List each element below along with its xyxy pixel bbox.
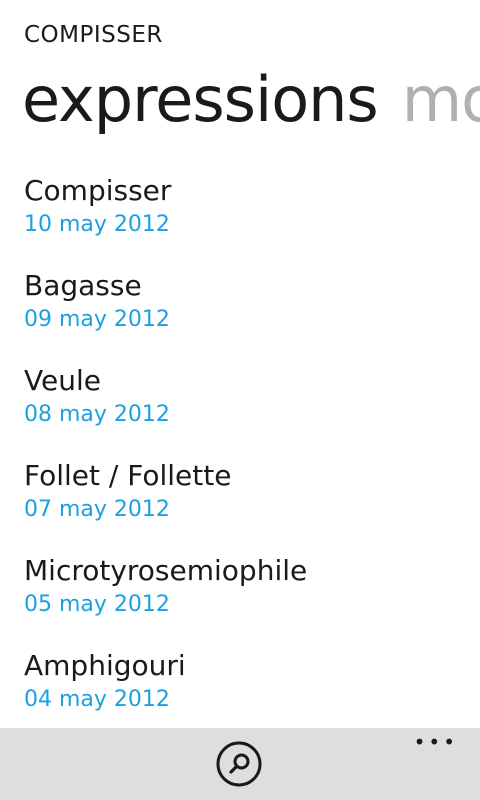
item-title: Amphigouri bbox=[24, 649, 186, 682]
item-title: Veule bbox=[24, 364, 101, 397]
expressions-list: Compisser 10 may 2012 Bagasse 09 may 201… bbox=[24, 172, 480, 742]
app-bar: ••• bbox=[0, 728, 480, 800]
item-date: 09 may 2012 bbox=[24, 307, 170, 332]
tab-expressions[interactable]: expressions bbox=[22, 58, 379, 142]
list-item[interactable]: Follet / Follette 07 may 2012 bbox=[24, 457, 480, 552]
list-item[interactable]: Microtyrosemiophile 05 may 2012 bbox=[24, 552, 480, 647]
item-date: 05 may 2012 bbox=[24, 592, 170, 617]
app-title: COMPISSER bbox=[24, 22, 163, 48]
item-date: 10 may 2012 bbox=[24, 212, 170, 237]
list-item[interactable]: Compisser 10 may 2012 bbox=[24, 172, 480, 267]
more-options-button[interactable]: ••• bbox=[414, 732, 458, 752]
search-button[interactable] bbox=[216, 741, 262, 787]
item-title: Compisser bbox=[24, 174, 172, 207]
item-title: Bagasse bbox=[24, 269, 142, 302]
list-item[interactable]: Veule 08 may 2012 bbox=[24, 362, 480, 457]
item-title: Follet / Follette bbox=[24, 459, 232, 492]
item-date: 04 may 2012 bbox=[24, 687, 170, 712]
search-icon bbox=[216, 741, 262, 787]
item-date: 08 may 2012 bbox=[24, 402, 170, 427]
item-title: Microtyrosemiophile bbox=[24, 554, 308, 587]
tab-mots[interactable]: mots bbox=[402, 58, 480, 142]
pivot-header: expressions mots bbox=[22, 58, 480, 142]
list-item[interactable]: Bagasse 09 may 2012 bbox=[24, 267, 480, 362]
item-date: 07 may 2012 bbox=[24, 497, 170, 522]
